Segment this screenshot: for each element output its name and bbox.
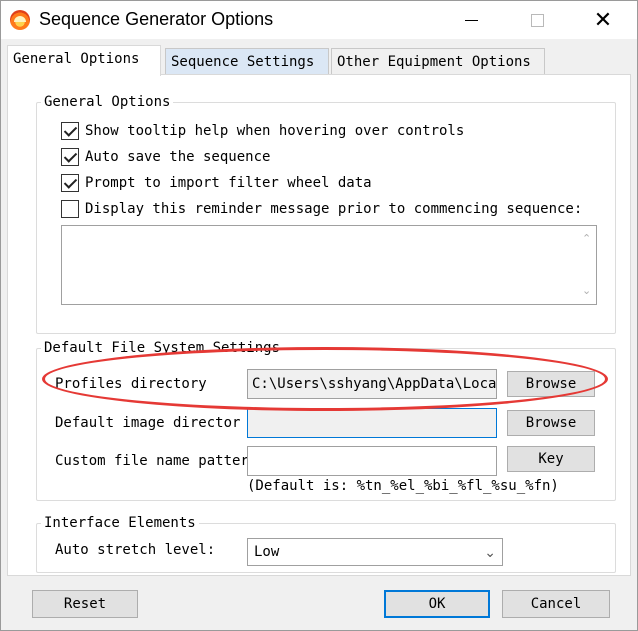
title-bar: Sequence Generator Options ✕ xyxy=(1,1,637,39)
general-options-group-title: General Options xyxy=(41,93,174,111)
auto-save-label: Auto save the sequence xyxy=(85,149,271,165)
chevron-down-icon: ⌄ xyxy=(484,545,496,561)
interface-elements-title: Interface Elements xyxy=(41,514,199,532)
maximize-icon xyxy=(530,13,544,27)
tab-other-equipment-options[interactable]: Other Equipment Options xyxy=(331,48,545,75)
default-image-directory-input[interactable] xyxy=(247,408,497,438)
general-options-group: General Options Show tooltip help when h… xyxy=(36,93,616,334)
custom-file-name-pattern-label: Custom file name pattern: xyxy=(55,453,266,469)
auto-save-checkbox[interactable] xyxy=(61,148,79,166)
reminder-message-textarea[interactable] xyxy=(61,225,597,305)
close-icon: ✕ xyxy=(593,7,613,33)
app-icon xyxy=(10,10,30,30)
auto-stretch-level-label: Auto stretch level: xyxy=(55,542,216,558)
tab-sequence-settings[interactable]: Sequence Settings xyxy=(165,48,329,75)
auto-stretch-level-value: Low xyxy=(254,544,280,560)
default-image-directory-label: Default image director xyxy=(55,415,241,431)
cancel-button[interactable]: Cancel xyxy=(502,590,610,618)
sequence-generator-options-window: Sequence Generator Options ✕ General Opt… xyxy=(0,0,638,631)
ok-button[interactable]: OK xyxy=(384,590,490,618)
image-directory-browse-button[interactable]: Browse xyxy=(507,410,595,436)
general-options-panel: General Options Show tooltip help when h… xyxy=(7,74,631,576)
interface-elements-group: Interface Elements Auto stretch level: L… xyxy=(36,514,616,573)
window-title: Sequence Generator Options xyxy=(39,9,274,29)
tooltip-help-option[interactable]: Show tooltip help when hovering over con… xyxy=(61,121,464,141)
file-system-settings-group: Default File System Settings Profiles di… xyxy=(36,339,616,501)
profiles-directory-label: Profiles directory xyxy=(55,376,207,392)
custom-file-name-pattern-input[interactable] xyxy=(247,446,497,476)
key-button[interactable]: Key xyxy=(507,446,595,472)
maximize-button[interactable] xyxy=(515,5,559,35)
profiles-directory-input[interactable]: C:\Users\sshyang\AppData\Local xyxy=(247,369,497,399)
auto-stretch-level-select[interactable]: Low ⌄ xyxy=(247,538,503,566)
minimize-button[interactable] xyxy=(449,5,493,35)
reminder-message-checkbox[interactable] xyxy=(61,200,79,218)
minimize-icon xyxy=(464,19,478,21)
tooltip-help-label: Show tooltip help when hovering over con… xyxy=(85,123,465,139)
reset-button[interactable]: Reset xyxy=(32,590,138,618)
close-button[interactable]: ✕ xyxy=(581,5,625,35)
tooltip-help-checkbox[interactable] xyxy=(61,122,79,140)
auto-save-option[interactable]: Auto save the sequence xyxy=(61,147,270,167)
pattern-default-hint: (Default is: %tn_%el_%bi_%fl_%su_%fn) xyxy=(247,478,559,494)
reminder-message-option[interactable]: Display this reminder message prior to c… xyxy=(61,199,582,219)
import-filter-wheel-checkbox[interactable] xyxy=(61,174,79,192)
file-system-settings-title: Default File System Settings xyxy=(41,339,284,357)
import-filter-wheel-label: Prompt to import filter wheel data xyxy=(85,175,372,191)
import-filter-wheel-option[interactable]: Prompt to import filter wheel data xyxy=(61,173,372,193)
reminder-message-label: Display this reminder message prior to c… xyxy=(85,201,583,217)
profiles-browse-button[interactable]: Browse xyxy=(507,371,595,397)
tab-general-options[interactable]: General Options xyxy=(7,45,161,76)
